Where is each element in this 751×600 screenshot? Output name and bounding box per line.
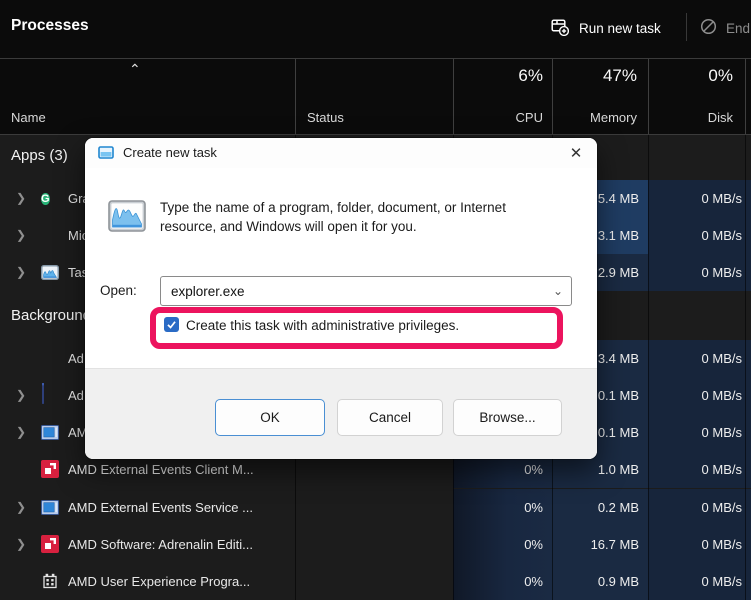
disk-cell: 0 MB/s [648,451,751,488]
column-divider [745,135,746,600]
memory-cell: 0.2 MB [552,489,648,526]
expand-chevron-icon[interactable] [16,414,26,451]
toolbar-divider [686,13,687,41]
ok-button[interactable]: OK [215,399,325,436]
end-task-label: End task [726,21,751,36]
disk-cell: 0 MB/s [648,180,751,217]
run-new-task-button[interactable]: Run new task [551,12,661,44]
column-divider [552,59,553,134]
process-name: Ad [68,340,84,377]
open-combobox[interactable] [160,276,572,306]
amd-icon [41,535,59,553]
disk-total-percent: 0% [708,66,733,86]
column-divider [453,59,454,134]
column-header-disk[interactable]: Disk [708,110,733,125]
dialog-footer: OK Cancel Browse... [85,368,597,459]
section-header-apps: Apps (3) [11,147,68,164]
disk-cell: 0 MB/s [648,254,751,291]
expand-chevron-icon[interactable] [16,526,26,563]
process-name: AMD External Events Service ... [68,489,253,526]
grammarly-icon: G [41,193,50,205]
process-row-amd-service[interactable]: 0% 0.2 MB 0 MB/s AMD External Events Ser… [0,489,751,526]
disk-cell: 0 MB/s [648,414,751,451]
process-name: AMD Software: Adrenalin Editi... [68,526,253,563]
dialog-title-bar[interactable]: Create new task [85,138,597,168]
column-divider [648,59,649,134]
process-row-amd-software[interactable]: 0% 16.7 MB 0 MB/s AMD Software: Adrenali… [0,526,751,563]
dialog-title: Create new task [123,145,217,160]
open-label: Open: [100,283,137,298]
memory-cell: 0.9 MB [552,563,648,600]
process-row-amd-user-experience[interactable]: 0% 0.9 MB 0 MB/s AMD User Experience Pro… [0,563,751,600]
expand-chevron-icon[interactable] [16,489,26,526]
table-header: Name Status 6% CPU 47% Memory 0% Disk [0,58,751,135]
amd-icon [41,460,59,478]
highlight-box [150,307,563,349]
display-app-icon [41,498,59,516]
column-header-name[interactable]: Name [11,110,46,125]
column-header-status[interactable]: Status [307,110,344,125]
window-app-icon [42,383,44,404]
browse-button[interactable]: Browse... [453,399,562,436]
expand-chevron-icon[interactable] [16,217,26,254]
column-divider [295,59,296,134]
disk-cell: 0 MB/s [648,526,751,563]
memory-total-percent: 47% [603,66,637,86]
column-header-memory[interactable]: Memory [590,110,637,125]
end-task-button[interactable]: End task [700,12,751,44]
page-title: Processes [11,17,89,35]
dialog-window-icon [98,146,114,164]
disk-cell: 0 MB/s [648,489,751,526]
open-input[interactable] [171,284,545,299]
cpu-cell: 0% [453,526,552,563]
column-divider [745,59,746,134]
combo-chevron-icon[interactable] [545,284,571,298]
end-task-icon [700,18,717,38]
dialog-message: Type the name of a program, folder, docu… [160,198,545,236]
expand-chevron-icon[interactable] [16,377,26,414]
memory-cell: 16.7 MB [552,526,648,563]
cancel-button[interactable]: Cancel [337,399,443,436]
expand-chevron-icon[interactable] [16,254,26,291]
task-manager-icon [41,263,59,281]
close-icon[interactable] [564,142,588,164]
create-new-task-dialog: Create new task Type the name of a progr… [85,138,597,459]
expand-chevron-icon[interactable] [16,180,26,217]
disk-cell: 0 MB/s [648,340,751,377]
process-name: AMD User Experience Progra... [68,563,250,600]
display-app-icon [41,423,59,441]
disk-cell: 0 MB/s [648,217,751,254]
cpu-cell: 0% [453,489,552,526]
process-name: Ad [68,377,84,414]
run-new-task-label: Run new task [579,21,661,36]
task-manager-window: Processes Run new task End task [0,0,751,600]
cpu-total-percent: 6% [518,66,543,86]
task-manager-graph-icon [108,200,146,237]
sort-ascending-icon [129,61,141,78]
column-header-cpu[interactable]: CPU [516,110,543,125]
disk-cell: 0 MB/s [648,377,751,414]
run-new-task-icon [551,18,569,39]
column-divider [648,135,649,600]
cpu-cell: 0% [453,563,552,600]
disk-cell: 0 MB/s [648,563,751,600]
building-app-icon [41,572,59,590]
